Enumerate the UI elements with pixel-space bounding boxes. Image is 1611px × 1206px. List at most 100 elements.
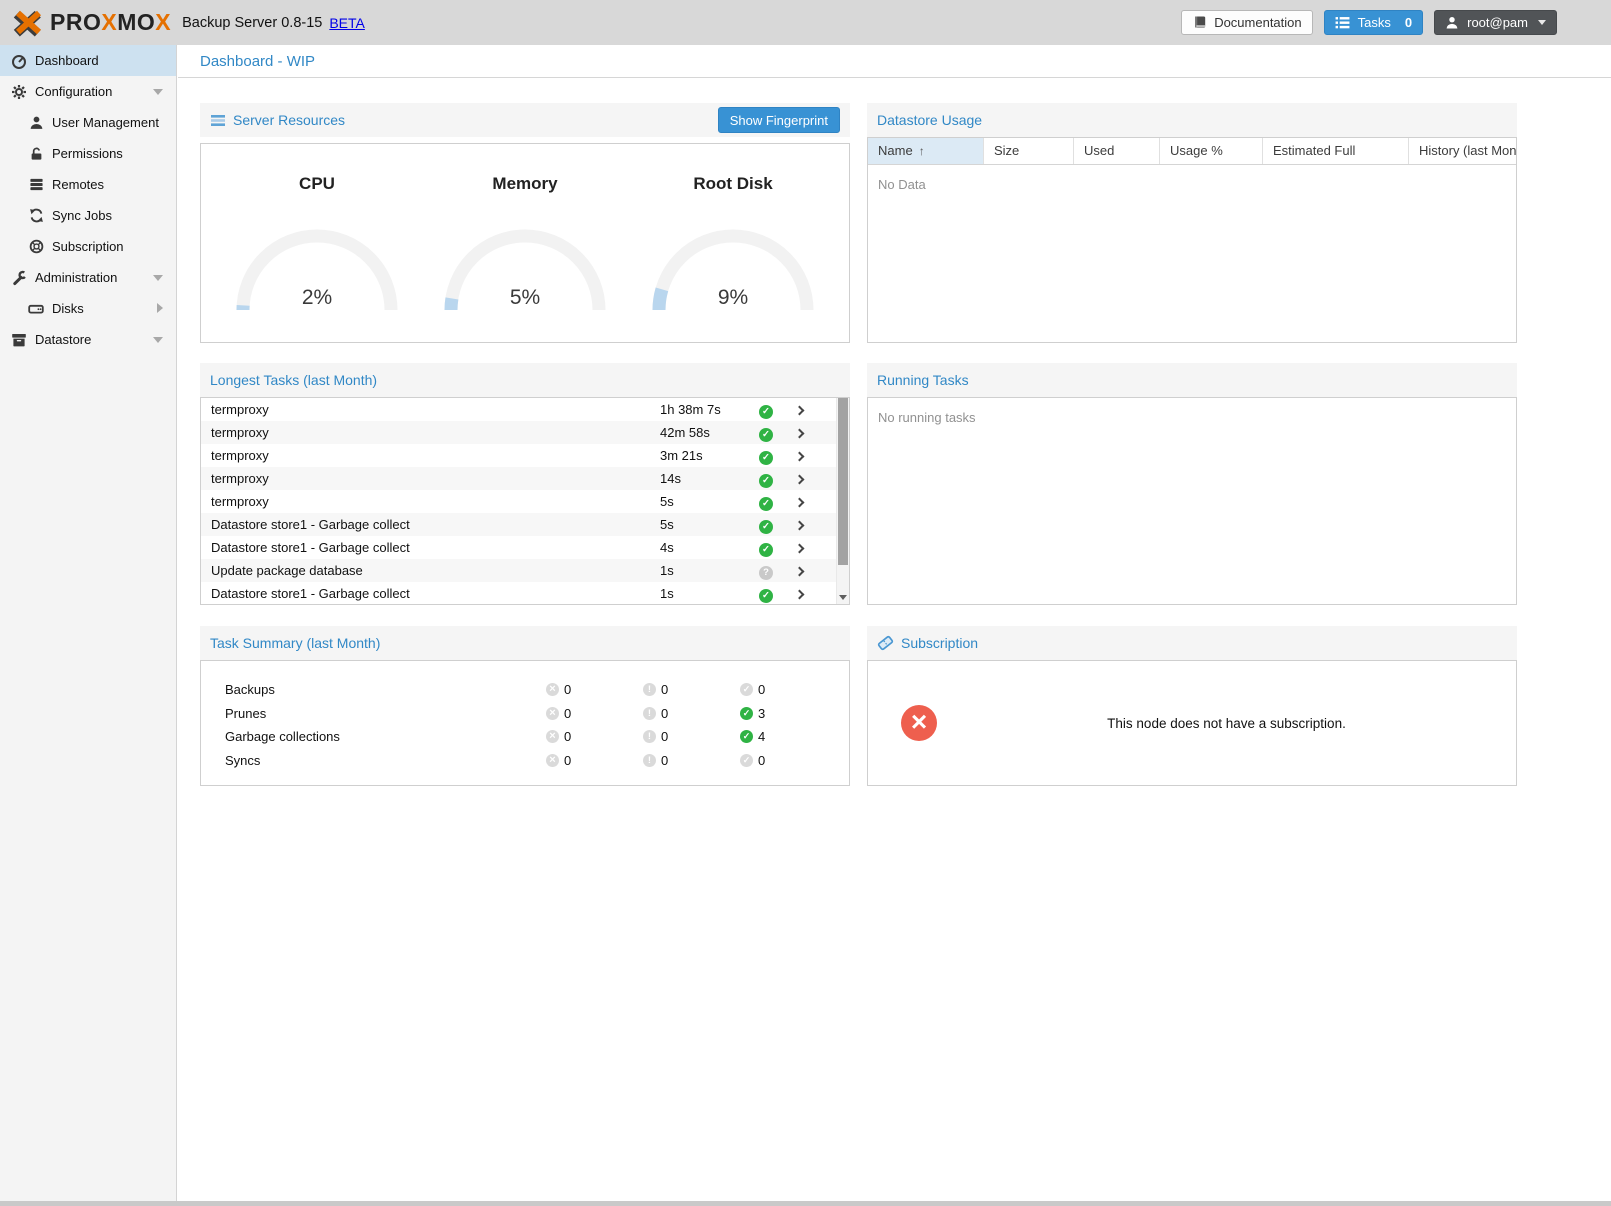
sidebar-item-user-management[interactable]: User Management xyxy=(0,107,176,138)
ok-status-icon xyxy=(759,520,773,534)
open-task-button[interactable] xyxy=(784,536,814,559)
scrollbar-thumb[interactable] xyxy=(838,398,848,565)
server-bars-icon xyxy=(27,177,45,192)
sidebar-item-configuration[interactable]: Configuration xyxy=(0,76,176,107)
chevron-right-icon xyxy=(157,303,163,313)
window-bottom-edge xyxy=(0,1201,1611,1206)
sidebar-item-subscription[interactable]: Subscription xyxy=(0,231,176,262)
root-disk-gauge-value: 9% xyxy=(649,286,817,310)
summary-row-backups: Backups 0 0 0 xyxy=(201,678,849,702)
chevron-right-icon xyxy=(794,498,804,508)
panel-longest-tasks: Longest Tasks (last Month) termproxy 1h … xyxy=(200,363,850,605)
user-icon xyxy=(1445,15,1459,30)
sidebar-item-administration[interactable]: Administration xyxy=(0,262,176,293)
error-count-icon xyxy=(546,730,559,743)
panel-title: Running Tasks xyxy=(877,372,969,388)
column-header-size[interactable]: Size xyxy=(984,138,1074,164)
memory-gauge-value: 5% xyxy=(441,286,609,310)
panel-running-tasks: Running Tasks No running tasks xyxy=(867,363,1517,605)
panel-task-summary: Task Summary (last Month) Backups 0 0 0 … xyxy=(200,626,850,786)
task-row[interactable]: termproxy 5s xyxy=(201,490,849,513)
unlock-icon xyxy=(27,146,45,161)
panel-datastore-usage: Datastore Usage Name↑ Size Used Usage % … xyxy=(867,103,1517,343)
panel-server-resources: Server Resources Show Fingerprint CPU 2% xyxy=(200,103,850,343)
vertical-scrollbar[interactable] xyxy=(836,398,849,604)
chevron-right-icon xyxy=(794,521,804,531)
open-task-button[interactable] xyxy=(784,398,814,421)
sidebar-item-dashboard[interactable]: Dashboard xyxy=(0,45,176,76)
page-header: Dashboard - WIP xyxy=(178,45,1611,78)
chevron-right-icon xyxy=(794,406,804,416)
proxmox-logo: PROXMOX xyxy=(10,8,171,38)
panel-title: Datastore Usage xyxy=(877,112,982,128)
open-task-button[interactable] xyxy=(784,490,814,513)
list-icon xyxy=(1335,15,1350,30)
panel-subscription: Subscription × This node does not have a… xyxy=(867,626,1517,786)
column-header-estimated-full[interactable]: Estimated Full xyxy=(1263,138,1409,164)
task-row[interactable]: Datastore store1 - Garbage collect 4s xyxy=(201,536,849,559)
ok-status-icon xyxy=(759,497,773,511)
ok-count-icon xyxy=(740,730,753,743)
panel-title: Task Summary (last Month) xyxy=(210,635,380,651)
sidebar-item-disks[interactable]: Disks xyxy=(0,293,176,324)
task-row[interactable]: Update package database 1s xyxy=(201,559,849,582)
main-area: Dashboard - WIP Server Resources Show Fi… xyxy=(178,45,1611,1201)
task-row[interactable]: Datastore store1 - Garbage collect 5s xyxy=(201,513,849,536)
tasks-count-badge: 0 xyxy=(1405,15,1412,30)
user-menu-button[interactable]: root@pam xyxy=(1434,10,1557,35)
task-row[interactable]: termproxy 1h 38m 7s xyxy=(201,398,849,421)
ok-count-icon xyxy=(740,683,753,696)
memory-gauge: Memory 5% xyxy=(433,174,617,312)
warning-count-icon xyxy=(643,754,656,767)
warning-count-icon xyxy=(643,683,656,696)
open-task-button[interactable] xyxy=(784,582,814,604)
chevron-right-icon xyxy=(794,475,804,485)
tachometer-icon xyxy=(10,53,28,69)
column-header-usage[interactable]: Usage % xyxy=(1160,138,1263,164)
sidebar-item-datastore[interactable]: Datastore xyxy=(0,324,176,355)
chevron-right-icon xyxy=(794,590,804,600)
documentation-button[interactable]: Documentation xyxy=(1181,10,1312,35)
chevron-right-icon xyxy=(794,567,804,577)
proxmox-x-icon xyxy=(10,8,46,38)
task-row[interactable]: Datastore store1 - Garbage collect 1s xyxy=(201,582,849,604)
open-task-button[interactable] xyxy=(784,444,814,467)
show-fingerprint-button[interactable]: Show Fingerprint xyxy=(718,107,840,133)
column-header-name[interactable]: Name↑ xyxy=(868,138,984,164)
chevron-right-icon xyxy=(794,452,804,462)
wrench-icon xyxy=(10,270,28,286)
app-title: Backup Server 0.8-15 xyxy=(182,15,322,31)
task-row[interactable]: termproxy 14s xyxy=(201,467,849,490)
proxmox-wordmark: PROXMOX xyxy=(50,9,171,36)
page-title: Dashboard - WIP xyxy=(200,53,315,70)
open-task-button[interactable] xyxy=(784,513,814,536)
chevron-down-icon xyxy=(1538,20,1546,25)
sidebar-item-remotes[interactable]: Remotes xyxy=(0,169,176,200)
open-task-button[interactable] xyxy=(784,467,814,490)
error-count-icon xyxy=(546,683,559,696)
chevron-down-icon xyxy=(153,275,163,281)
tasks-button[interactable]: Tasks 0 xyxy=(1324,10,1423,35)
panel-title: Longest Tasks (last Month) xyxy=(210,372,377,388)
scrollbar-down-arrow[interactable] xyxy=(839,595,847,600)
column-header-used[interactable]: Used xyxy=(1074,138,1160,164)
sidebar: Dashboard Configuration User Management xyxy=(0,45,177,1201)
top-header: PROXMOX Backup Server 0.8-15 BETA Docume… xyxy=(0,0,1611,45)
subscription-message: This node does not have a subscription. xyxy=(937,716,1516,731)
ok-status-icon xyxy=(759,474,773,488)
sidebar-item-sync-jobs[interactable]: Sync Jobs xyxy=(0,200,176,231)
ok-count-icon xyxy=(740,754,753,767)
chevron-down-icon xyxy=(153,89,163,95)
column-header-history[interactable]: History (last Month) xyxy=(1409,138,1516,164)
open-task-button[interactable] xyxy=(784,421,814,444)
beta-link[interactable]: BETA xyxy=(329,15,365,31)
panel-title: Subscription xyxy=(901,635,978,651)
open-task-button[interactable] xyxy=(784,559,814,582)
task-row[interactable]: termproxy 3m 21s xyxy=(201,444,849,467)
ok-status-icon xyxy=(759,428,773,442)
panel-title: Server Resources xyxy=(233,112,345,128)
sidebar-item-permissions[interactable]: Permissions xyxy=(0,138,176,169)
archive-icon xyxy=(10,332,28,348)
task-row[interactable]: termproxy 42m 58s xyxy=(201,421,849,444)
summary-row-syncs: Syncs 0 0 0 xyxy=(201,749,849,773)
